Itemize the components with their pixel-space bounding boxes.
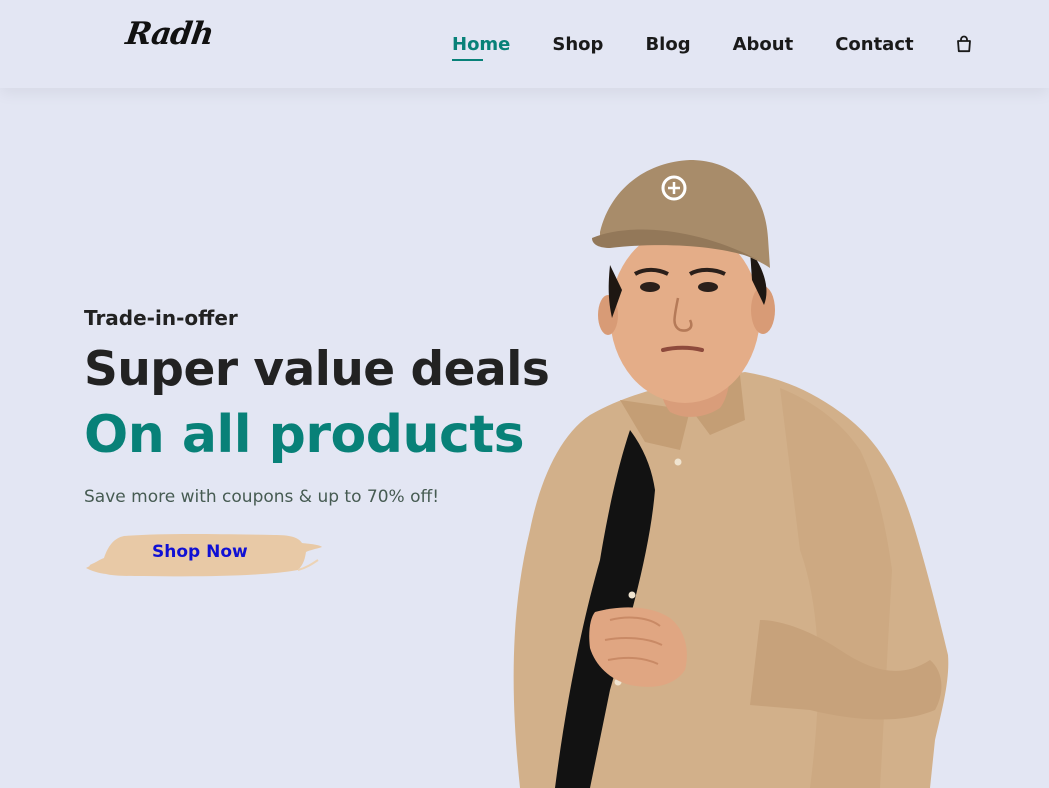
shop-now-label: Shop Now: [152, 542, 248, 562]
nav-home[interactable]: Home: [452, 34, 510, 61]
nav-shop[interactable]: Shop: [552, 34, 603, 55]
site-header: Radh Home Shop Blog About Contact: [0, 0, 1049, 88]
site-logo[interactable]: Radh: [123, 16, 215, 52]
hero-subtext: Save more with coupons & up to 70% off!: [84, 487, 440, 507]
hero-kicker: Trade-in-offer: [84, 306, 238, 330]
hero-model-image: [480, 150, 970, 788]
shopping-bag-icon[interactable]: [955, 35, 973, 53]
hero-headline-accent: On all products: [84, 405, 525, 465]
nav-about[interactable]: About: [733, 34, 794, 55]
nav-contact[interactable]: Contact: [835, 34, 913, 55]
main-nav: Home Shop Blog About Contact: [452, 0, 973, 88]
shop-now-button[interactable]: Shop Now: [84, 530, 324, 580]
nav-blog[interactable]: Blog: [645, 34, 690, 55]
